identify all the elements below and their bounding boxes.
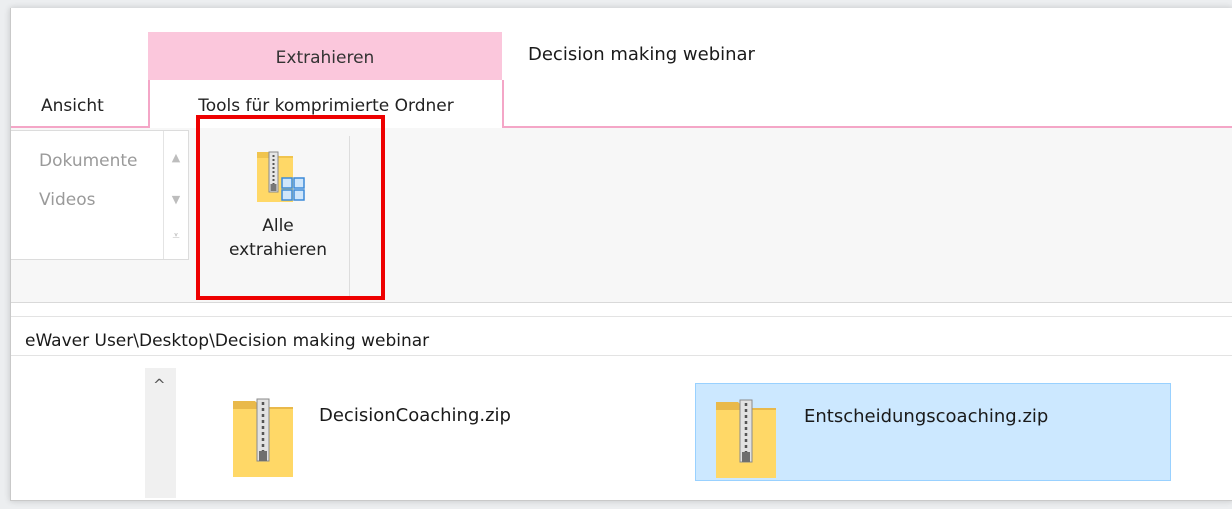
gallery-scroll-up-icon[interactable]: ▲ <box>164 151 188 164</box>
window-title: Decision making webinar <box>528 44 755 65</box>
file-name: Entscheidungscoaching.zip <box>804 406 1049 427</box>
address-bar-path[interactable]: eWaver User\Desktop\Decision making webi… <box>25 331 429 351</box>
gallery-item-videos[interactable]: Videos <box>39 190 96 210</box>
contextual-tab-group-header: Extrahieren <box>148 32 502 80</box>
address-bar-top-border <box>11 316 1232 317</box>
file-name: DecisionCoaching.zip <box>319 405 511 426</box>
gallery-item-dokumente[interactable]: Dokumente <box>39 151 138 171</box>
gallery-expand-icon[interactable]: ⩡ <box>164 229 188 244</box>
tab-ansicht[interactable]: Ansicht <box>41 96 104 116</box>
file-explorer-window: Extrahieren Decision making webinar Ansi… <box>10 8 1232 501</box>
contextual-group-label: Extrahieren <box>275 48 375 68</box>
navigation-pane-scrollbar[interactable]: ^ <box>145 368 176 498</box>
gallery-scroll-down-icon[interactable]: ▼ <box>164 193 188 206</box>
tab-compressed-folder-tools-label: Tools für komprimierte Ordner <box>198 96 454 116</box>
scroll-up-icon[interactable]: ^ <box>153 376 166 394</box>
extract-to-gallery: Dokumente Videos ▲ ▼ ⩡ <box>11 130 189 260</box>
ribbon-panel: Dokumente Videos ▲ ▼ ⩡ Alle extrahieren <box>11 128 1232 303</box>
highlight-box <box>196 115 385 300</box>
address-bar-bottom-border <box>11 355 1232 356</box>
zip-folder-icon <box>716 399 776 478</box>
file-item[interactable]: DecisionCoaching.zip <box>221 383 641 481</box>
file-item-selected[interactable]: Entscheidungscoaching.zip <box>695 383 1171 481</box>
zip-folder-icon <box>233 398 293 477</box>
gallery-scrollbar[interactable]: ▲ ▼ ⩡ <box>163 131 188 259</box>
